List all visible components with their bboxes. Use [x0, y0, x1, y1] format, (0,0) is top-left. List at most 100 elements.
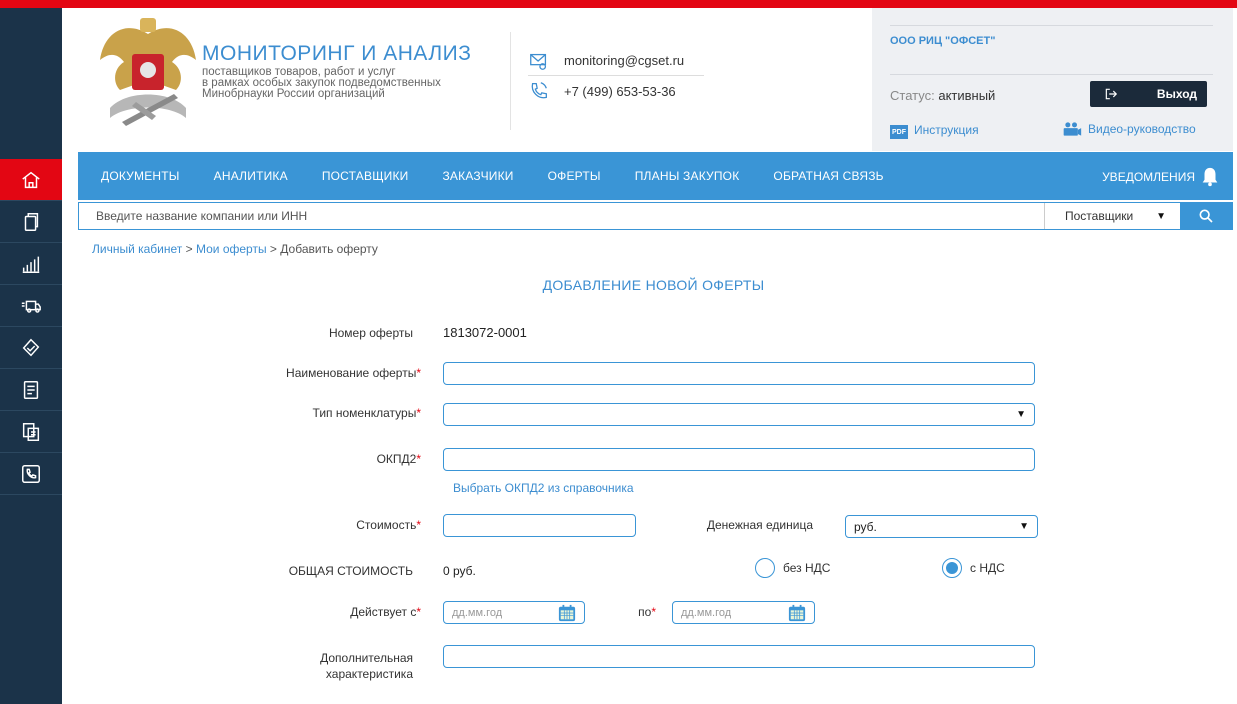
bell-icon: [1202, 167, 1218, 187]
nav-item-customers[interactable]: ЗАКАЗЧИКИ: [442, 169, 513, 183]
logout-label: Выход: [1156, 87, 1197, 101]
documents-icon: [24, 212, 39, 231]
search-button[interactable]: [1180, 203, 1232, 229]
currency-label: Денежная единица: [706, 518, 813, 532]
status-label: Статус:: [890, 88, 935, 103]
calendar-icon[interactable]: [558, 604, 576, 622]
okpd2-label: ОКПД2*: [200, 452, 421, 466]
valid-to-label-text: по: [638, 605, 652, 619]
offer-name-label: Наименование оферты*: [200, 366, 421, 380]
offer-number-label: Номер оферты: [328, 326, 413, 340]
sidebar-item-documents[interactable]: [0, 201, 62, 243]
instruction-link[interactable]: PDF Инструкция: [890, 121, 979, 139]
breadcrumb-separator: >: [269, 242, 277, 256]
okpd2-directory-link[interactable]: Выбрать ОКПД2 из справочника: [453, 481, 634, 495]
calendar-icon[interactable]: [788, 604, 806, 622]
required-mark: *: [416, 406, 421, 420]
contact-email[interactable]: monitoring@cgset.ru: [528, 46, 704, 76]
chevron-down-icon: ▼: [1019, 521, 1029, 532]
valid-to-input[interactable]: дд.мм.год: [672, 601, 815, 624]
sidebar: [0, 8, 62, 704]
breadcrumb-offers[interactable]: Мои оферты: [196, 242, 267, 256]
brand-subtitle-line: Минобрнауки России организаций: [202, 88, 385, 100]
instruction-label: Инструкция: [914, 123, 979, 137]
nav-item-feedback[interactable]: ОБРАТНАЯ СВЯЗЬ: [773, 169, 883, 183]
required-mark: *: [651, 605, 656, 619]
okpd2-input[interactable]: [443, 448, 1035, 471]
contact-block: monitoring@cgset.ru +7 (499) 653-53-36: [528, 46, 704, 106]
extra-characteristic-label: Дополнительная характеристика: [250, 650, 413, 682]
offer-number-value: 1813072-0001: [443, 325, 527, 340]
handshake-icon: [22, 338, 40, 356]
nav-item-plans[interactable]: ПЛАНЫ ЗАКУПОК: [635, 169, 740, 183]
okpd2-label-text: ОКПД2: [376, 452, 417, 466]
sidebar-item-plans[interactable]: [0, 411, 62, 453]
sidebar-item-home[interactable]: [0, 159, 62, 201]
cost-input[interactable]: [443, 514, 636, 537]
account-panel: ООО РИЦ "ОФСЕТ" Статус: активный Выход P…: [872, 8, 1233, 151]
header: МОНИТОРИНГ И АНАЛИЗ поставщиков товаров,…: [78, 8, 1233, 151]
search-scope-value: Поставщики: [1065, 209, 1134, 223]
breadcrumb-current: Добавить оферту: [280, 242, 378, 256]
sidebar-item-offers[interactable]: [0, 369, 62, 411]
currency-select[interactable]: руб. ▼: [845, 515, 1038, 538]
video-users-icon: [1063, 122, 1082, 136]
contact-phone[interactable]: +7 (499) 653-53-36: [528, 76, 704, 106]
nav-item-analytics[interactable]: АНАЛИТИКА: [214, 169, 288, 183]
extra-characteristic-label-line: характеристика: [325, 667, 413, 681]
truck-icon: [21, 300, 41, 313]
vat-included-label: с НДС: [970, 561, 1005, 575]
account-divider: [890, 25, 1213, 26]
header-divider: [510, 32, 511, 130]
valid-to-label: по*: [600, 605, 656, 619]
required-mark: *: [416, 518, 421, 532]
sidebar-item-feedback[interactable]: [0, 453, 62, 495]
total-cost-label: ОБЩАЯ СТОИМОСТЬ: [288, 564, 413, 578]
search-scope-select[interactable]: Поставщики ▼: [1044, 203, 1180, 229]
status-value: активный: [938, 88, 996, 103]
search-icon: [1199, 209, 1213, 223]
offer-document-icon: [23, 380, 39, 399]
date-placeholder: дд.мм.год: [681, 606, 732, 619]
nomenclature-type-select[interactable]: ▼: [443, 403, 1035, 426]
vat-included-radio[interactable]: с НДС: [942, 558, 1005, 578]
date-placeholder: дд.мм.год: [452, 606, 503, 619]
logout-icon: [1105, 88, 1118, 100]
notifications-button[interactable]: УВЕДОМЛЕНИЯ: [1102, 166, 1221, 188]
logout-button[interactable]: Выход: [1090, 81, 1207, 107]
video-guide-link[interactable]: Видео-руководство: [1062, 121, 1196, 137]
ministry-emblem-logo: [100, 18, 196, 126]
page-title: ДОБАВЛЕНИЕ НОВОЙ ОФЕРТЫ: [542, 277, 765, 293]
total-cost-value: 0 руб.: [443, 564, 476, 578]
extra-characteristic-input[interactable]: [443, 645, 1035, 668]
search-bar: Поставщики ▼: [78, 202, 1233, 230]
cost-label-text: Стоимость: [356, 518, 417, 532]
required-mark: *: [416, 452, 421, 466]
chevron-down-icon: ▼: [1156, 210, 1166, 222]
nav-item-suppliers[interactable]: ПОСТАВЩИКИ: [322, 169, 409, 183]
breadcrumb-home[interactable]: Личный кабинет: [92, 242, 182, 256]
home-icon: [22, 171, 40, 188]
valid-from-label-text: Действует с: [350, 605, 417, 619]
notifications-label: УВЕДОМЛЕНИЯ: [1102, 170, 1195, 184]
sidebar-item-customers[interactable]: [0, 327, 62, 369]
phone-text: +7 (499) 653-53-36: [564, 83, 676, 99]
search-input[interactable]: [79, 203, 1044, 229]
required-mark: *: [416, 366, 421, 380]
video-guide-label: Видео-руководство: [1088, 122, 1196, 136]
main-nav: ДОКУМЕНТЫ АНАЛИТИКА ПОСТАВЩИКИ ЗАКАЗЧИКИ…: [78, 152, 1233, 200]
nav-item-offers[interactable]: ОФЕРТЫ: [548, 169, 601, 183]
valid-from-input[interactable]: дд.мм.год: [443, 601, 585, 624]
currency-value: руб.: [854, 519, 877, 534]
offer-name-input[interactable]: [443, 362, 1035, 385]
pdf-icon: PDF: [890, 125, 908, 139]
cost-label: Стоимость*: [200, 518, 421, 532]
vat-excluded-radio[interactable]: без НДС: [755, 558, 830, 578]
radio-selected-icon: [942, 558, 962, 578]
nomenclature-type-label: Тип номенклатуры*: [200, 406, 421, 420]
phone-call-icon: [531, 82, 547, 99]
nav-item-documents[interactable]: ДОКУМЕНТЫ: [101, 169, 180, 183]
offer-name-label-text: Наименование оферты: [286, 366, 417, 380]
account-company-name[interactable]: ООО РИЦ "ОФСЕТ": [890, 35, 995, 47]
phone-icon: [22, 464, 40, 483]
